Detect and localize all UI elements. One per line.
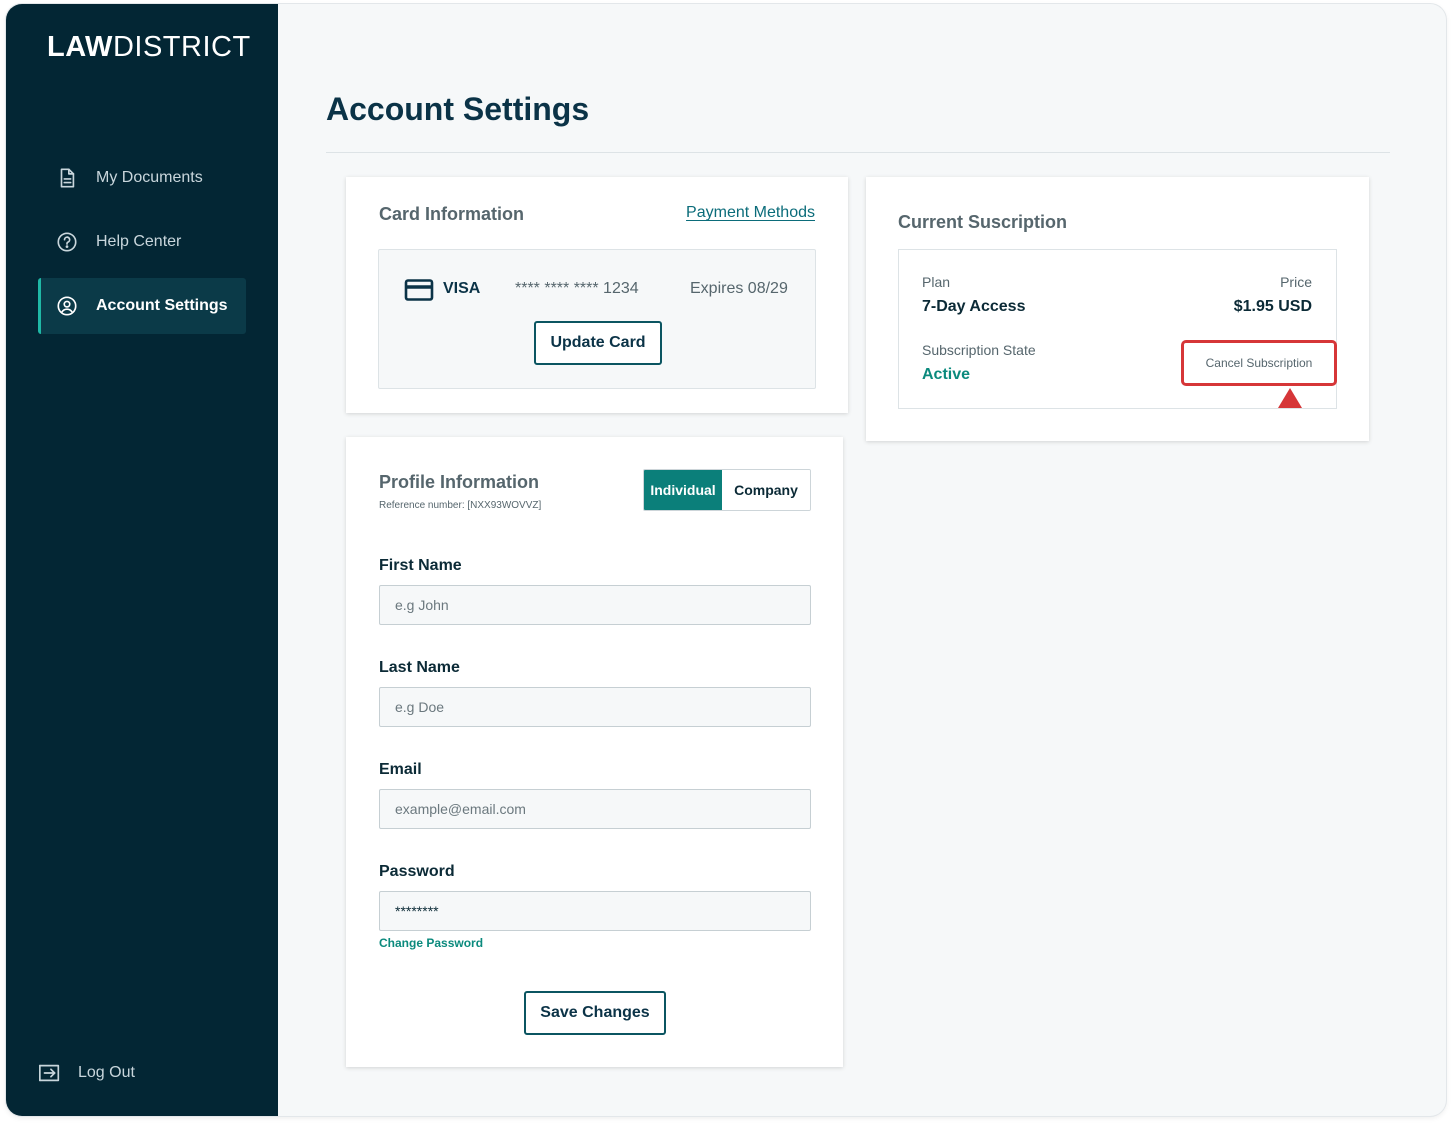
save-changes-button[interactable]: Save Changes xyxy=(524,991,666,1035)
sidebar: LAWDISTRICT My Documents Help Center Acc… xyxy=(6,4,278,1116)
plan-value: 7-Day Access xyxy=(922,298,1026,315)
sidebar-item-help-center[interactable]: Help Center xyxy=(38,214,246,270)
payment-methods-link[interactable]: Payment Methods xyxy=(686,204,815,222)
password-label: Password xyxy=(379,863,455,880)
email-label: Email xyxy=(379,761,422,778)
price-value: $1.95 USD xyxy=(1233,298,1312,315)
logout-button[interactable]: Log Out xyxy=(38,1062,135,1084)
card-number: **** **** **** 1234 xyxy=(515,280,639,297)
sidebar-item-account-settings[interactable]: Account Settings xyxy=(38,278,246,334)
app-window: LAWDISTRICT My Documents Help Center Acc… xyxy=(6,4,1446,1116)
user-circle-icon xyxy=(57,296,77,316)
sidebar-item-my-documents[interactable]: My Documents xyxy=(38,150,246,206)
logo-bold: LAW xyxy=(47,31,113,63)
page-title: Account Settings xyxy=(326,91,590,127)
sidebar-item-label: Help Center xyxy=(96,233,182,250)
subscription-panel: Current Suscription Plan 7-Day Access Pr… xyxy=(866,177,1369,441)
sidebar-item-label: My Documents xyxy=(96,169,203,186)
cancel-subscription-button[interactable]: Cancel Subscription xyxy=(1181,340,1337,386)
first-name-label: First Name xyxy=(379,557,462,574)
account-type-toggle: Individual Company xyxy=(643,469,811,511)
logout-icon xyxy=(39,1064,60,1082)
toggle-company[interactable]: Company xyxy=(722,470,810,510)
help-circle-icon xyxy=(57,232,77,252)
price-label: Price xyxy=(1280,274,1312,290)
first-name-input[interactable] xyxy=(379,585,811,625)
subscription-title: Current Suscription xyxy=(898,212,1068,232)
card-details: VISA **** **** **** 1234 Expires 08/29 U… xyxy=(378,249,816,389)
logout-label: Log Out xyxy=(78,1064,135,1081)
highlight-arrow-icon xyxy=(1278,388,1302,408)
update-card-button[interactable]: Update Card xyxy=(534,321,662,365)
email-input[interactable] xyxy=(379,789,811,829)
card-information-title: Card Information xyxy=(379,204,525,224)
change-password-link[interactable]: Change Password xyxy=(379,936,483,950)
plan-label: Plan xyxy=(922,274,951,290)
subscription-state-label: Subscription State xyxy=(922,342,1036,358)
logo-regular: DISTRICT xyxy=(112,31,251,63)
last-name-input[interactable] xyxy=(379,687,811,727)
reference-number: Reference number: [NXX93WOVVZ] xyxy=(379,500,542,511)
profile-information-panel: Profile Information Reference number: [N… xyxy=(346,437,843,1067)
profile-information-title: Profile Information xyxy=(379,472,540,492)
subscription-details: Plan 7-Day Access Price $1.95 USD Subscr… xyxy=(898,249,1337,409)
card-expiry: Expires 08/29 xyxy=(690,280,788,297)
card-brand: VISA xyxy=(443,280,481,297)
card-information-panel: Card Information Payment Methods VISA **… xyxy=(346,177,848,413)
toggle-individual[interactable]: Individual xyxy=(644,470,722,510)
sidebar-item-label: Account Settings xyxy=(96,297,228,314)
document-icon xyxy=(60,168,75,188)
title-divider xyxy=(326,152,1390,153)
logo: LAWDISTRICT xyxy=(47,31,251,64)
main-content: Account Settings Card Information Paymen… xyxy=(278,4,1446,1116)
credit-card-icon xyxy=(404,279,434,301)
subscription-state-value: Active xyxy=(922,366,971,383)
last-name-label: Last Name xyxy=(379,659,460,676)
password-input[interactable] xyxy=(379,891,811,931)
